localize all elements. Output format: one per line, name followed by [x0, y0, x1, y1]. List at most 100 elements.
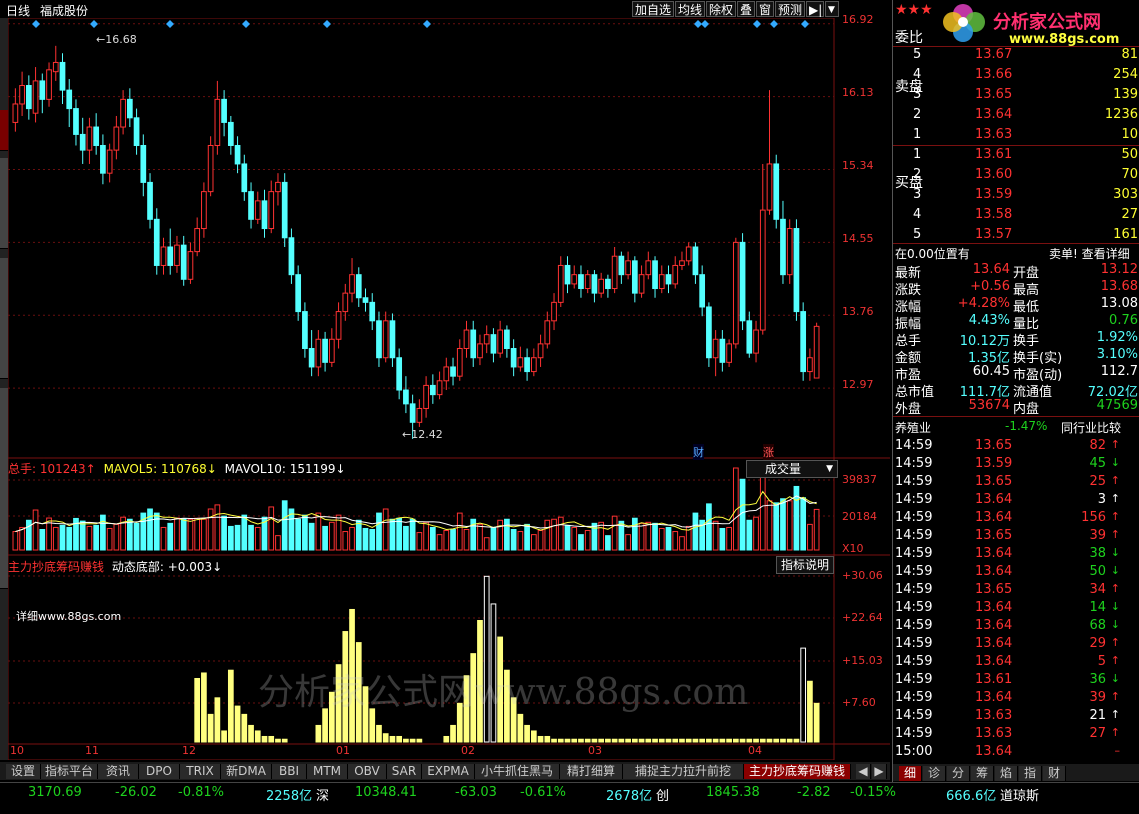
tab-trix[interactable]: TRIX: [180, 764, 221, 779]
order-level: 5: [913, 227, 922, 242]
ex-rights-button[interactable]: 除权: [706, 1, 736, 17]
buy-order-row[interactable]: 2 13.60 70: [893, 167, 1139, 185]
tab-chips[interactable]: 筹: [971, 766, 994, 781]
volume-indicator-dropdown[interactable]: 成交量 ▼: [746, 460, 838, 478]
tab-expma[interactable]: EXPMA: [422, 764, 475, 779]
tab-minute[interactable]: 分: [947, 766, 970, 781]
tab-indicator-platform[interactable]: 指标平台: [41, 764, 98, 779]
strip-segment[interactable]: [0, 110, 8, 151]
volume-bar: [248, 524, 254, 551]
candle-body: [355, 274, 362, 299]
buy-order-row[interactable]: 4 13.58 27: [893, 207, 1139, 225]
tab-finance[interactable]: 财: [1043, 766, 1066, 781]
indicator-axis-label: +30.06: [842, 569, 883, 582]
candle-body: [793, 228, 800, 313]
industry-name[interactable]: 养殖业: [895, 419, 931, 436]
candle-body: [268, 191, 275, 230]
buy-order-row[interactable]: 1 13.61 50: [893, 147, 1139, 165]
indicator-axis-label: +7.60: [842, 696, 876, 709]
tab-mtm[interactable]: MTM: [307, 764, 348, 779]
limit-up-event-label[interactable]: 涨: [763, 444, 774, 460]
mavol10-label: MAVOL10: 151199↓: [224, 462, 346, 476]
indicator-bar: [679, 738, 685, 743]
volume-bar: [302, 514, 308, 551]
chevron-down-icon[interactable]: ▼: [825, 1, 839, 17]
tab-indicator-3[interactable]: 捕捉主力拉升前挖: [623, 764, 744, 779]
candle-body: [167, 246, 174, 266]
indicator-bar: [672, 738, 679, 743]
cy-pct: -0.15%: [850, 785, 896, 800]
strip-segment[interactable]: [0, 158, 8, 249]
tab-indicator-active[interactable]: 主力抄底筹码赚钱: [744, 764, 851, 779]
buy-order-row[interactable]: 3 13.59 303: [893, 187, 1139, 205]
sell-order-row[interactable]: 3 13.65 139: [893, 87, 1139, 105]
indicator-bar: [227, 669, 234, 743]
tab-dpo[interactable]: DPO: [139, 764, 180, 779]
order-volume: 303: [1113, 187, 1138, 202]
tick-time: 14:59: [895, 582, 933, 597]
tab-new-dma[interactable]: 新DMA: [221, 764, 272, 779]
tab-settings[interactable]: 设置: [6, 764, 41, 779]
window-button[interactable]: 窗: [756, 1, 774, 17]
candle-body: [504, 329, 510, 349]
tab-scroll-left-icon[interactable]: ◀: [856, 764, 871, 779]
kline-chart[interactable]: [8, 18, 890, 760]
tab-sar[interactable]: SAR: [387, 764, 422, 779]
tick-volume: 27: [1089, 726, 1106, 741]
indicator-name[interactable]: 主力抄底筹码赚钱: [8, 560, 104, 574]
sz-market-name: 深: [316, 789, 330, 804]
candle-body: [564, 264, 571, 285]
chart-area[interactable]: 16.92 16.13 15.34 14.55 13.76 12.97 ←16.…: [8, 13, 890, 760]
sell-order-row[interactable]: 2 13.64 1236: [893, 107, 1139, 125]
tab-scroll-right-icon[interactable]: ▶: [872, 764, 887, 779]
indicator-help-button[interactable]: 指标说明: [776, 556, 835, 574]
tab-ticks[interactable]: 细: [899, 766, 922, 781]
indicator-bar: [692, 738, 699, 743]
tab-bbi[interactable]: BBI: [272, 764, 307, 779]
indicator-bar: [234, 705, 241, 743]
quote-row: 总手 10.12万 换手 1.92%: [893, 330, 1139, 349]
overlay-button[interactable]: 叠: [737, 1, 755, 17]
industry-compare-link[interactable]: 同行业比较: [1061, 419, 1121, 436]
candle-body: [800, 311, 807, 373]
tick-row: 14:59 13.65 25 ↑: [893, 474, 1139, 492]
forecast-button[interactable]: 预测: [775, 1, 805, 17]
left-side-strip[interactable]: [0, 18, 8, 760]
sh-change: -26.02: [115, 785, 157, 800]
candle-body: [679, 260, 685, 266]
indicator-bar: [389, 735, 396, 743]
tab-news[interactable]: 资讯: [98, 764, 139, 779]
indicator-bar: [201, 672, 207, 743]
volume-bar: [194, 517, 201, 551]
indicator-bar: [780, 738, 786, 743]
candle-body: [423, 384, 429, 409]
position-detail-link[interactable]: 卖单! 查看详细: [1049, 245, 1130, 262]
tab-diagnosis[interactable]: 诊: [923, 766, 946, 781]
sell-order-row[interactable]: 1 13.63 10: [893, 127, 1139, 145]
ma-button[interactable]: 均线: [675, 1, 705, 17]
sz-pct: -0.61%: [520, 785, 566, 800]
strip-segment[interactable]: [0, 388, 8, 589]
add-favorite-button[interactable]: 加自选: [632, 1, 674, 17]
tab-index[interactable]: 指: [1019, 766, 1042, 781]
tick-row: 14:59 13.64 5 ↑: [893, 654, 1139, 672]
sell-order-row[interactable]: 5 13.67 81: [893, 47, 1139, 65]
tab-indicator-2[interactable]: 精打细算: [560, 764, 623, 779]
tab-flame[interactable]: 焰: [995, 766, 1018, 781]
candle-body: [746, 320, 753, 354]
volume-bar: [362, 527, 369, 551]
finance-event-label[interactable]: 财: [693, 444, 704, 460]
indicator-bar: [726, 738, 732, 743]
candle-body: [739, 241, 746, 322]
navigate-end-icon[interactable]: ▶|: [806, 1, 824, 17]
tab-indicator-1[interactable]: 小牛抓住黑马: [475, 764, 560, 779]
volume-bar: [800, 497, 807, 551]
strip-segment[interactable]: [0, 258, 8, 379]
candle-body: [248, 191, 254, 220]
detail-link[interactable]: 详细www.88gs.com: [16, 608, 121, 624]
volume-bar: [679, 536, 685, 551]
sell-order-row[interactable]: 4 13.66 254: [893, 67, 1139, 85]
period-label[interactable]: 日线: [6, 2, 30, 19]
tab-obv[interactable]: OBV: [348, 764, 387, 779]
volume-bar: [652, 522, 658, 551]
